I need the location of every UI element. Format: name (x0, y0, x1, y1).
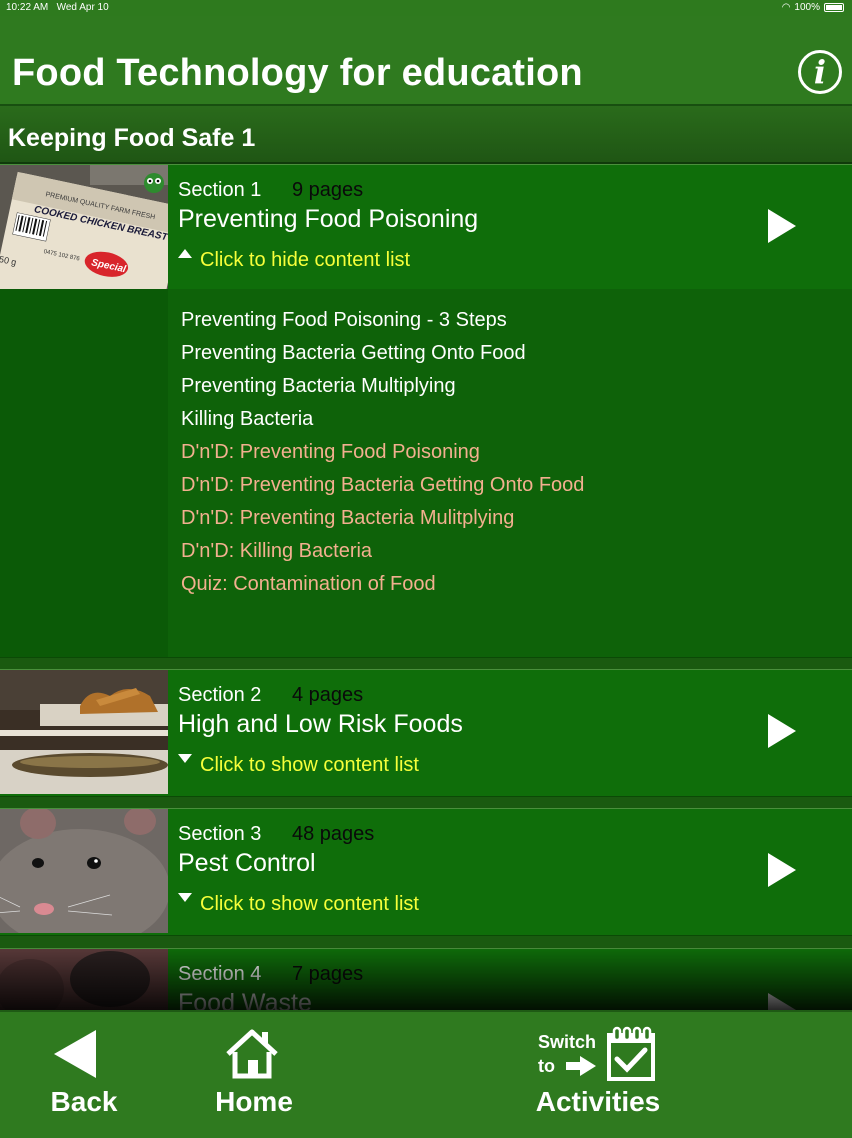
activities-label: Activities (535, 1086, 661, 1117)
section-1-content-toggle[interactable]: Click to hide content list (178, 249, 410, 272)
bottom-toolbar: Back Home Switch to Activities (0, 1010, 852, 1138)
home-label: Home (215, 1086, 293, 1117)
section-list[interactable]: PREMIUM QUALITY FARM FRESH COOKED CHICKE… (0, 164, 852, 1010)
section-3-thumbnail (0, 809, 168, 933)
section-4-label: Section 4 (178, 963, 262, 985)
home-button[interactable]: Home (204, 1012, 304, 1136)
home-icon (226, 1029, 278, 1079)
content-item[interactable]: Killing Bacteria (181, 408, 313, 431)
switch-label: Switch (538, 1032, 597, 1052)
switch-to-activities-button[interactable]: Switch to Activities (530, 1012, 666, 1136)
triangle-down-icon (178, 754, 192, 763)
section-2-page-count: 4 pages (292, 684, 364, 706)
topic-header: Keeping Food Safe 1 (0, 106, 852, 164)
section-1-content-list: Preventing Food Poisoning - 3 Steps Prev… (0, 289, 852, 657)
section-1-title[interactable]: Preventing Food Poisoning (178, 205, 478, 234)
section-1[interactable]: PREMIUM QUALITY FARM FRESH COOKED CHICKE… (0, 164, 852, 658)
play-icon[interactable] (768, 993, 796, 1010)
wifi-icon: ◠ (781, 2, 791, 13)
play-icon[interactable] (768, 714, 796, 748)
activity-item[interactable]: D'n'D: Preventing Bacteria Mulitplying (181, 507, 514, 530)
section-2-label: Section 2 (178, 684, 262, 706)
app-title: Food Technology for education (12, 52, 583, 94)
section-2-toggle-label: Click to show content list (200, 754, 419, 776)
back-button[interactable]: Back (36, 1012, 132, 1136)
section-1-page-count: 9 pages (292, 179, 364, 201)
activity-item[interactable]: D'n'D: Preventing Bacteria Getting Onto … (181, 474, 584, 497)
app-header: Food Technology for education i (0, 16, 852, 106)
play-icon[interactable] (768, 209, 796, 243)
content-item[interactable]: Preventing Bacteria Multiplying (181, 375, 456, 398)
status-right: ◠ 100% (782, 2, 844, 13)
triangle-up-icon (178, 249, 192, 258)
battery-icon (824, 3, 844, 12)
arrow-right-icon (566, 1056, 596, 1076)
section-2-content-toggle[interactable]: Click to show content list (178, 754, 419, 777)
section-3-title[interactable]: Pest Control (178, 849, 316, 878)
section-3-toggle-label: Click to show content list (200, 893, 419, 915)
content-item[interactable]: Preventing Bacteria Getting Onto Food (181, 342, 526, 365)
to-label: to (538, 1056, 555, 1076)
activity-item[interactable]: D'n'D: Killing Bacteria (181, 540, 372, 563)
section-3-content-toggle[interactable]: Click to show content list (178, 893, 419, 916)
section-1-label: Section 1 (178, 179, 262, 201)
section-2-thumbnail (0, 670, 168, 794)
topic-title: Keeping Food Safe 1 (8, 124, 256, 152)
section-3-page-count: 48 pages (292, 823, 375, 845)
content-item[interactable]: Preventing Food Poisoning - 3 Steps (181, 309, 507, 332)
section-2[interactable]: Section 2 4 pages High and Low Risk Food… (0, 669, 852, 797)
section-4-thumbnail (0, 949, 168, 1010)
section-1-toggle-label: Click to hide content list (200, 249, 411, 271)
calendar-check-icon (607, 1026, 655, 1081)
content-list-margin (0, 289, 168, 657)
status-bar: 10:22 AM Wed Apr 10 ◠ 100% (0, 0, 852, 16)
battery-percent: 100% (794, 2, 820, 13)
section-1-thumbnail: PREMIUM QUALITY FARM FRESH COOKED CHICKE… (0, 165, 168, 289)
section-4-title[interactable]: Food Waste (178, 989, 312, 1010)
status-time: 10:22 AM Wed Apr 10 (6, 2, 109, 13)
activity-item[interactable]: D'n'D: Preventing Food Poisoning (181, 441, 480, 464)
triangle-down-icon (178, 893, 192, 902)
section-4-page-count: 7 pages (292, 963, 364, 985)
section-2-title[interactable]: High and Low Risk Foods (178, 710, 463, 739)
back-arrow-icon (54, 1030, 96, 1078)
section-3[interactable]: Section 3 48 pages Pest Control Click to… (0, 808, 852, 936)
back-label: Back (50, 1086, 118, 1117)
quiz-item[interactable]: Quiz: Contamination of Food (181, 573, 436, 596)
section-3-label: Section 3 (178, 823, 262, 845)
info-button[interactable]: i (798, 50, 842, 94)
section-4[interactable]: Section 4 7 pages Food Waste (0, 948, 852, 1010)
play-icon[interactable] (768, 853, 796, 887)
